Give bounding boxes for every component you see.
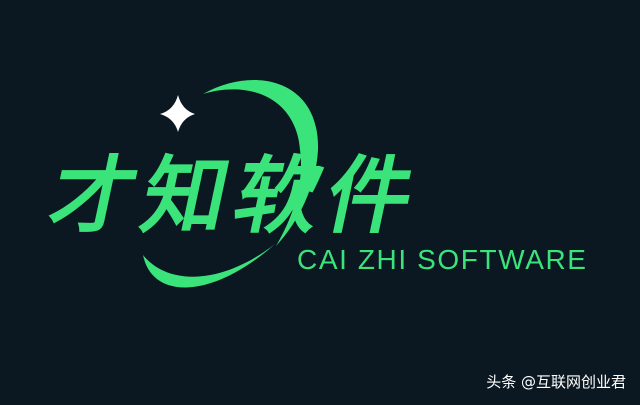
orbit-swoosh-lower xyxy=(143,244,275,288)
logo-title-chinese: 才知软件 xyxy=(41,147,431,245)
logo-subtitle-english: CAI ZHI SOFTWARE xyxy=(297,244,588,275)
watermark-text: 头条 @互联网创业君 xyxy=(486,373,626,391)
sparkle-star-icon xyxy=(160,95,195,132)
